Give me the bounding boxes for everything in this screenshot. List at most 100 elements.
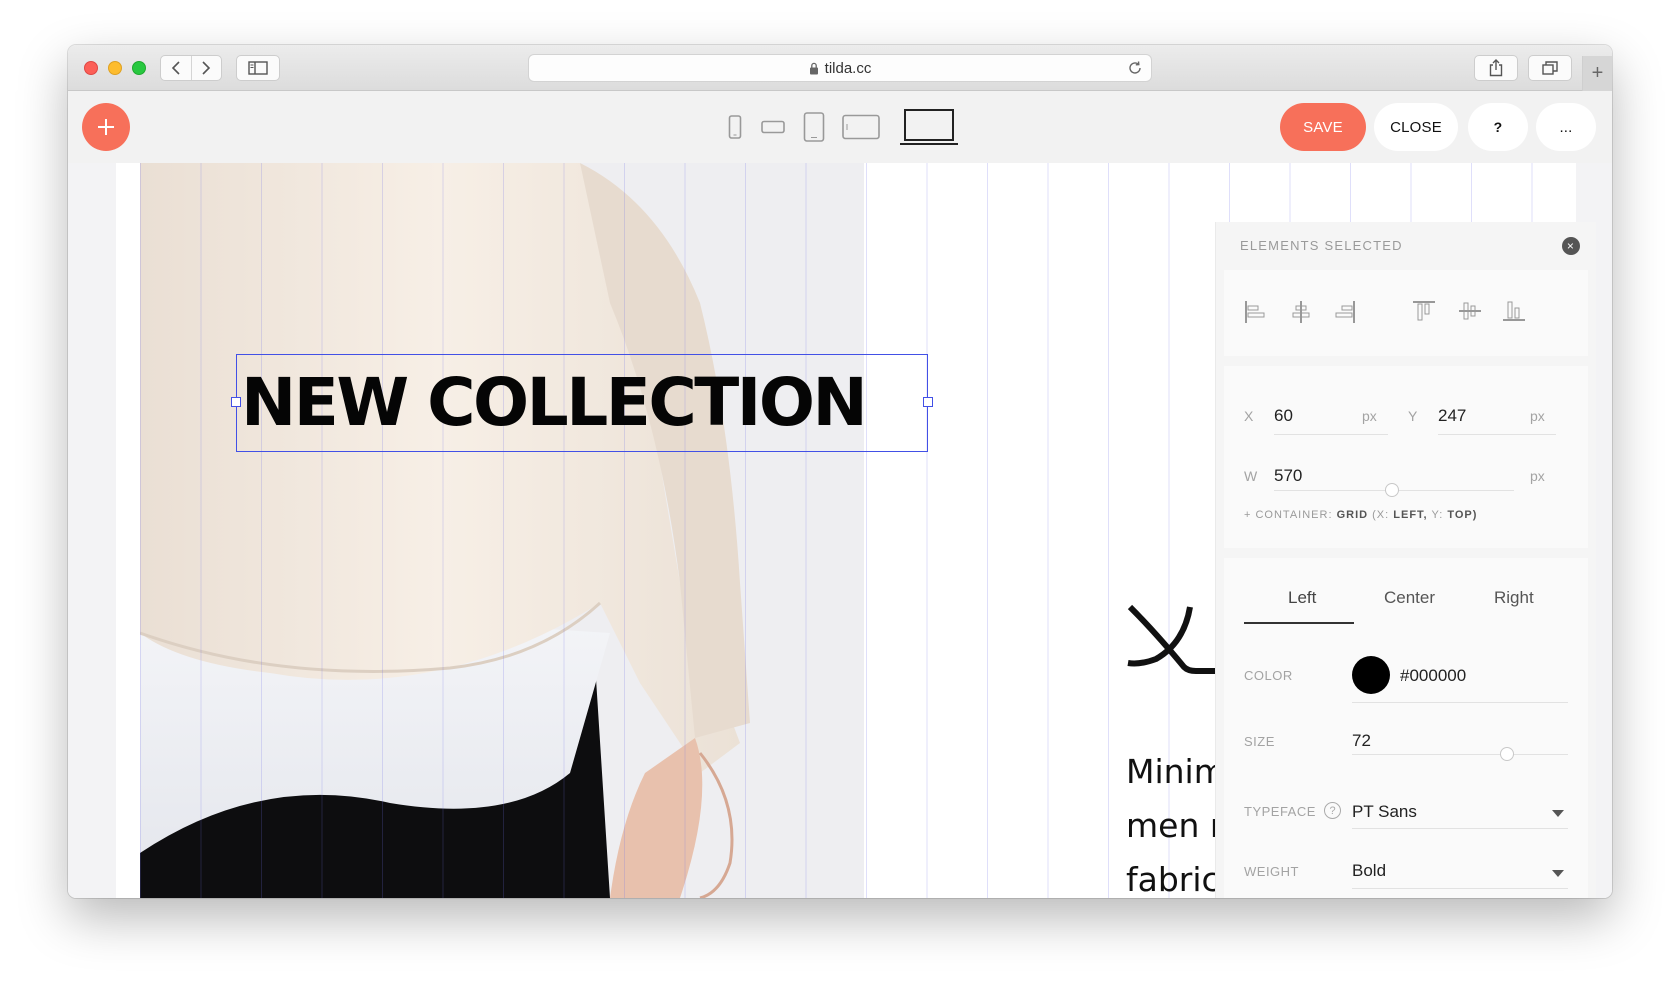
container-grid-value: GRID [1336,509,1369,521]
w-label: W [1244,468,1258,484]
chevron-right-icon [202,61,211,75]
y-input[interactable]: 247 [1438,406,1466,426]
panel-title: ELEMENTS SELECTED [1240,237,1403,253]
device-mobile-portrait[interactable] [720,91,750,163]
panel-close-button[interactable]: × [1562,237,1580,255]
close-editor-button[interactable]: CLOSE [1374,103,1458,151]
device-tablet-portrait[interactable] [796,91,832,163]
x-input[interactable]: 60 [1274,406,1293,426]
editor-toolbar: SAVE CLOSE ? ... [68,91,1612,163]
lock-icon [809,62,818,74]
address-bar[interactable]: tilda.cc [528,54,1152,82]
chevron-down-icon[interactable] [1552,810,1564,817]
back-button[interactable] [161,56,191,80]
share-button[interactable] [1474,55,1518,81]
tablet-landscape-icon [842,114,880,140]
device-tablet-landscape[interactable] [838,91,884,163]
browser-titlebar: tilda.cc + [68,45,1612,91]
size-slider-knob[interactable] [1500,747,1514,761]
element-settings-panel: ELEMENTS SELECTED × X 60 px Y 247 px W 5… [1216,222,1596,898]
panel-header: ELEMENTS SELECTED × [1216,222,1596,268]
position-card: X 60 px Y 247 px W 570 px + CONTAINER: G… [1224,366,1588,548]
x-input-underline [1274,434,1388,435]
minimize-window-button[interactable] [108,61,122,75]
page-viewport: SAVE CLOSE ? ... NEW COLLECTION Minimali… [68,91,1612,898]
url-text: tilda.cc [824,59,872,77]
forward-button[interactable] [190,56,221,80]
weight-label: WEIGHT [1244,864,1299,879]
width-input[interactable]: 570 [1274,466,1302,486]
y-input-underline [1438,434,1556,435]
resize-handle-left[interactable] [231,397,241,407]
w-unit: px [1530,468,1545,484]
align-middle-vertical-icon[interactable] [1458,300,1482,322]
plus-icon: + [1591,62,1604,84]
align-bottom-icon[interactable] [1502,300,1526,322]
typeface-label: TYPEFACE [1244,804,1316,819]
x-unit: px [1362,408,1377,424]
history-nav [160,55,222,81]
x-label: X [1244,408,1254,424]
typeface-select[interactable]: PT Sans [1352,802,1417,822]
weight-select[interactable]: Bold [1352,861,1386,881]
help-button[interactable]: ? [1468,103,1528,151]
share-icon [1489,59,1503,77]
add-element-button[interactable] [82,103,130,151]
color-label: COLOR [1244,668,1293,683]
phone-portrait-icon [728,115,742,139]
weight-underline [1352,888,1568,889]
more-button[interactable]: ... [1536,103,1596,151]
tabs-icon [1542,61,1558,75]
plus-icon [98,119,114,135]
headline-text[interactable]: NEW COLLECTION [241,357,868,449]
typography-card: Left Center Right COLOR #000000 SIZE 72 … [1224,558,1588,898]
color-input[interactable]: #000000 [1400,666,1466,686]
new-tab-button[interactable]: + [1582,56,1612,91]
align-center-horizontal-icon[interactable] [1290,300,1312,324]
align-top-icon[interactable] [1412,300,1436,322]
close-icon: × [1566,239,1576,253]
align-right-icon[interactable] [1334,300,1356,324]
align-left-icon[interactable] [1244,300,1266,324]
tab-align-left[interactable]: Left [1288,588,1316,608]
container-prefix: + CONTAINER: [1244,509,1333,521]
zoom-window-button[interactable] [132,61,146,75]
active-tab-indicator [1244,622,1354,624]
size-label: SIZE [1244,734,1275,749]
save-button[interactable]: SAVE [1280,103,1366,151]
chevron-left-icon [171,61,180,75]
size-slider-track[interactable] [1352,754,1568,755]
container-x-label: (X: [1372,509,1390,521]
device-mobile-landscape[interactable] [754,91,792,163]
width-slider-knob[interactable] [1385,483,1399,497]
model-photo [140,163,864,898]
alignment-card [1224,270,1588,356]
tablet-portrait-icon [803,112,825,142]
close-window-button[interactable] [84,61,98,75]
device-desktop[interactable] [898,91,960,163]
typeface-help-icon[interactable]: ? [1324,802,1341,819]
typeface-underline [1352,828,1568,829]
y-label: Y [1408,408,1418,424]
container-y-value: TOP) [1447,509,1478,521]
container-y-label: Y: [1431,509,1444,521]
sweater-photo-image [140,163,864,898]
tab-align-center[interactable]: Center [1384,588,1435,608]
reload-icon[interactable] [1127,60,1143,76]
container-x-value: LEFT, [1393,509,1428,521]
size-input[interactable]: 72 [1352,731,1371,751]
browser-window: tilda.cc + SAVE CLOSE ? ... NEW COLLECTI… [68,45,1612,898]
selected-text-element[interactable]: NEW COLLECTION [231,354,933,452]
color-underline [1352,702,1568,703]
container-setting-link[interactable]: + CONTAINER: GRID (X: LEFT, Y: TOP) [1244,509,1477,521]
y-unit: px [1530,408,1545,424]
sidebar-toggle-button[interactable] [236,55,280,81]
chevron-down-icon[interactable] [1552,870,1564,877]
phone-landscape-icon [761,120,785,134]
sidebar-icon [248,61,268,75]
tab-align-right[interactable]: Right [1494,588,1534,608]
color-swatch[interactable] [1352,656,1390,694]
tab-overview-button[interactable] [1528,55,1572,81]
resize-handle-right[interactable] [923,397,933,407]
laptop-icon [900,109,958,145]
